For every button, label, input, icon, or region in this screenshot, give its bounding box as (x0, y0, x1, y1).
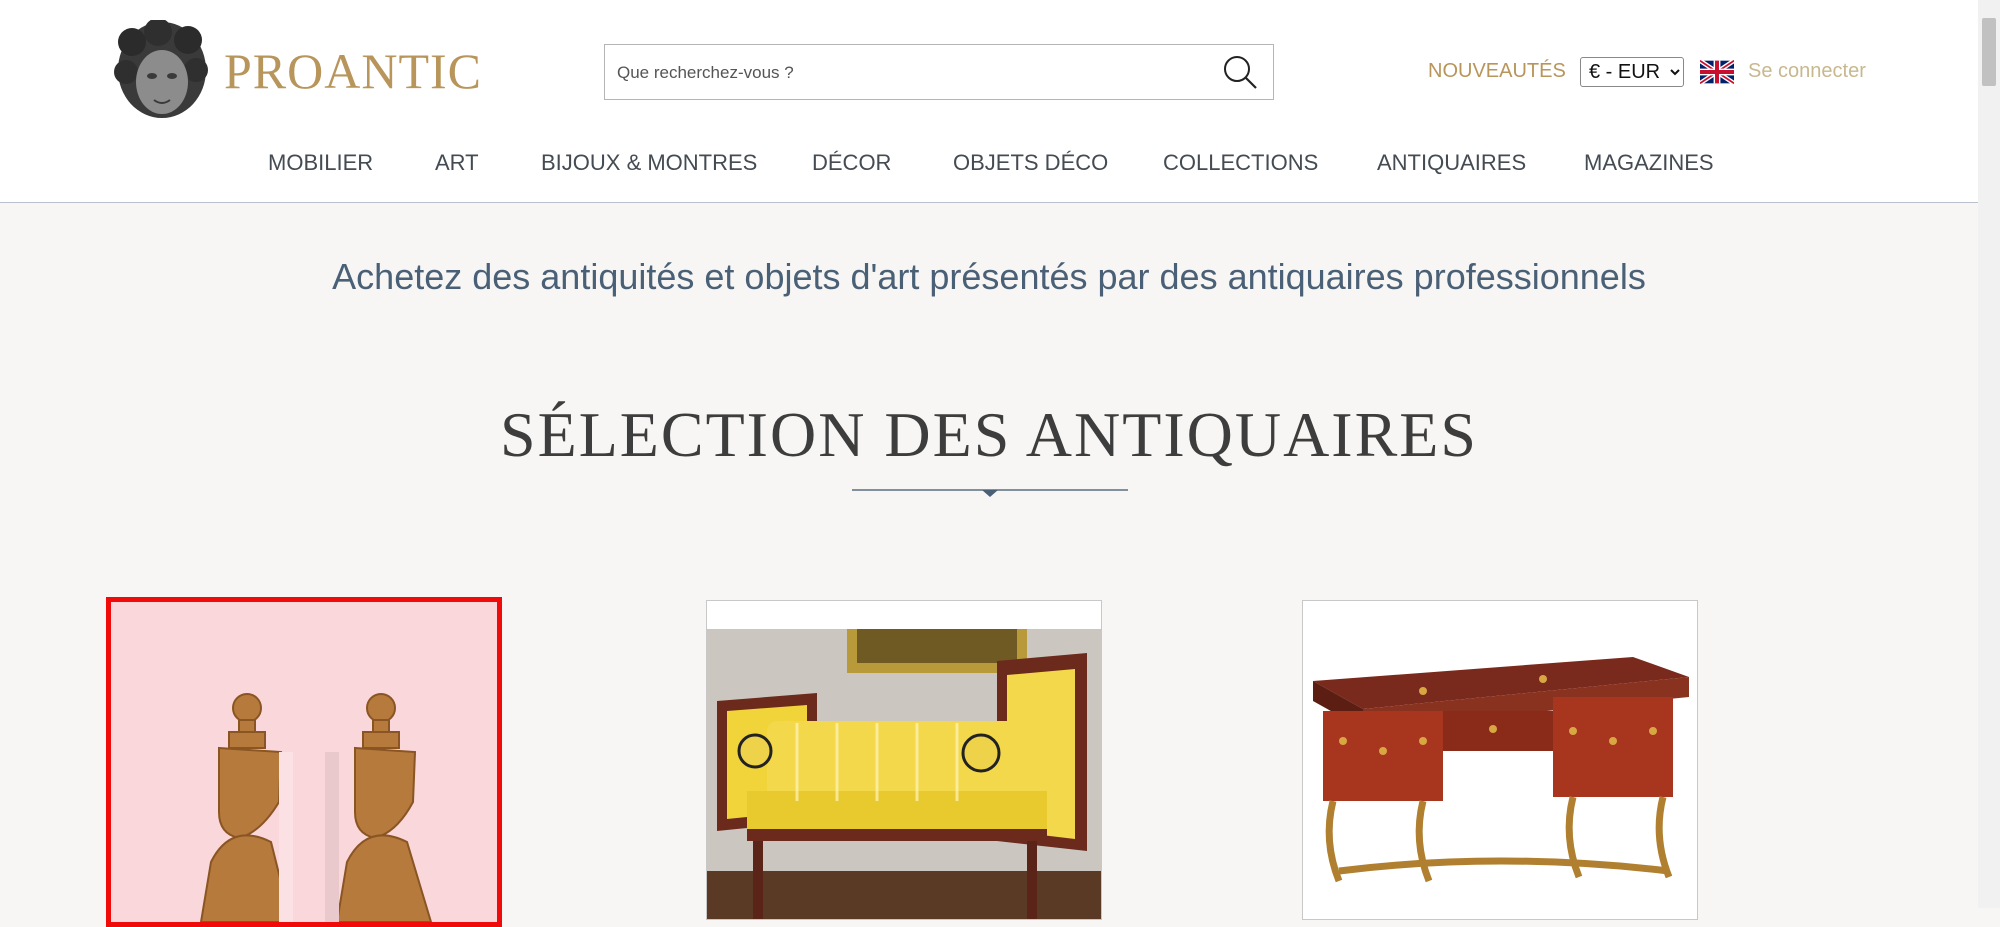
logo-bust-icon[interactable] (110, 20, 210, 124)
nav-item-decor[interactable]: DÉCOR (812, 150, 891, 176)
search-bar (604, 44, 1274, 101)
nav-item-collections[interactable]: COLLECTIONS (1163, 150, 1318, 176)
nav-item-mobilier[interactable]: MOBILIER (268, 150, 373, 176)
nav-item-magazines[interactable]: MAGAZINES (1584, 150, 1714, 176)
search-icon[interactable] (1221, 53, 1259, 91)
product-card[interactable] (1302, 600, 1698, 920)
nav-item-bijoux-montres[interactable]: BIJOUX & MONTRES (541, 150, 757, 176)
uk-flag-icon[interactable] (1700, 60, 1734, 84)
product-image-desk (1303, 601, 1697, 919)
nav-item-objets-deco[interactable]: OBJETS DÉCO (953, 150, 1108, 176)
site-header: PROANTIC NOUVEAUTÉS € - EUR Se connecter… (0, 0, 1978, 203)
brand-name[interactable]: PROANTIC (224, 42, 482, 100)
product-image-settee (707, 601, 1101, 919)
scrollbar-thumb[interactable] (1982, 18, 1996, 86)
nav-item-antiquaires[interactable]: ANTIQUAIRES (1377, 150, 1526, 176)
product-card[interactable] (106, 597, 502, 927)
product-card[interactable] (706, 600, 1102, 920)
main-nav: MOBILIER ART BIJOUX & MONTRES DÉCOR OBJE… (0, 150, 1978, 180)
nouveautes-link[interactable]: NOUVEAUTÉS (1428, 60, 1566, 83)
product-image-andirons (111, 602, 497, 922)
login-link[interactable]: Se connecter (1748, 60, 1866, 83)
search-input[interactable] (615, 45, 1199, 101)
page-tagline: Achetez des antiquités et objets d'art p… (332, 256, 1646, 297)
nav-item-art[interactable]: ART (435, 150, 479, 176)
page-scrollbar[interactable] (1978, 0, 2000, 908)
divider-diamond-icon (852, 489, 1128, 497)
section-title: SÉLECTION DES ANTIQUAIRES (500, 399, 1478, 470)
currency-select[interactable]: € - EUR (1580, 57, 1684, 87)
